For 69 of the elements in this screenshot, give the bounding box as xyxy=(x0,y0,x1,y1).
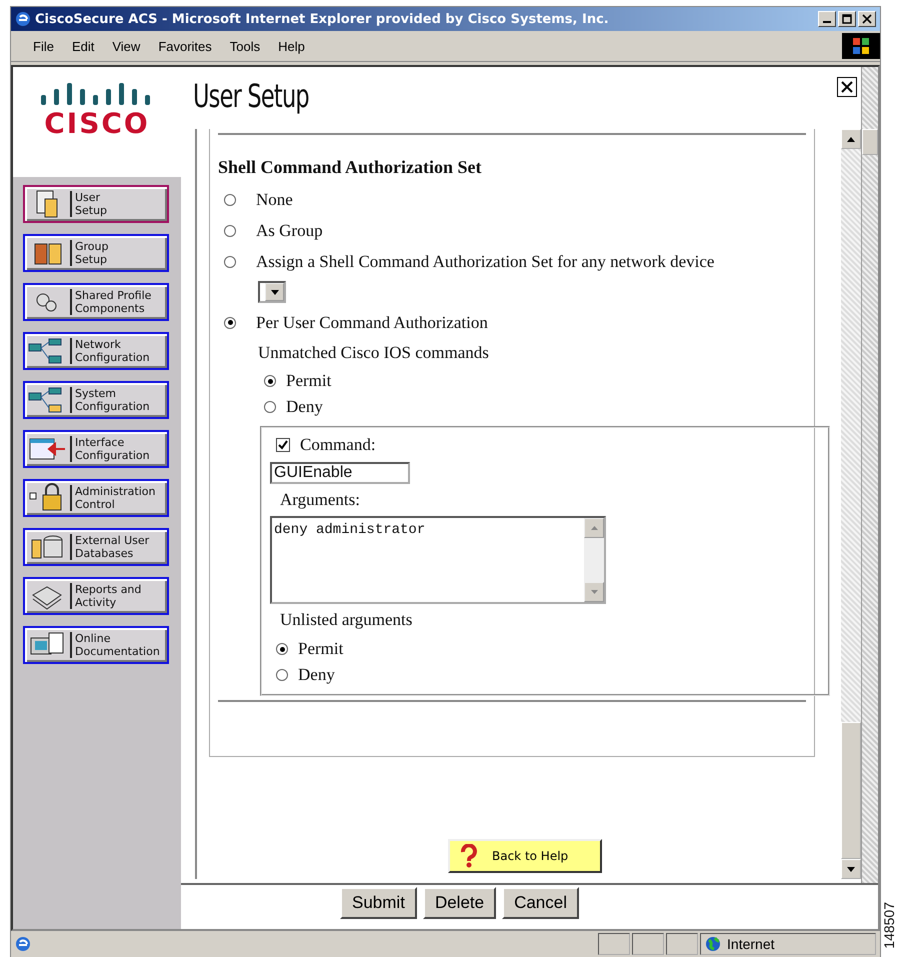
radio-button[interactable] xyxy=(224,256,236,268)
menu-item[interactable]: Edit xyxy=(72,38,94,54)
logo-wordmark: CISCO xyxy=(44,109,150,139)
sidebar-button[interactable]: Reports and Activity xyxy=(23,577,169,615)
sidebar-button[interactable]: Group Setup xyxy=(23,234,169,272)
menu-item[interactable]: Help xyxy=(278,38,305,54)
up-arrow-icon xyxy=(847,136,856,142)
globe-icon xyxy=(705,936,722,952)
caret-icon xyxy=(270,290,278,294)
down-arrow-icon xyxy=(847,866,856,872)
sidebar-button[interactable]: Shared Profile Components xyxy=(23,283,169,321)
field-label: Arguments: xyxy=(279,489,361,511)
maximize-icon xyxy=(842,14,852,24)
page-title: User Setup xyxy=(193,77,310,115)
radio-button[interactable] xyxy=(224,224,236,236)
sidebar-button[interactable]: Administration Control xyxy=(23,479,169,517)
radio-option[interactable]: As Group xyxy=(218,215,806,246)
radio-button[interactable] xyxy=(264,375,276,387)
checkbox[interactable] xyxy=(276,438,290,452)
menu-item[interactable]: Favorites xyxy=(158,38,212,54)
radio-option[interactable]: Permit xyxy=(270,636,820,662)
form-button[interactable]: Delete xyxy=(422,887,496,919)
sidebar-button[interactable]: System Configuration xyxy=(23,381,169,419)
radio-option[interactable]: Deny xyxy=(258,394,806,420)
minimize-icon xyxy=(823,21,832,23)
menu-item[interactable]: Tools xyxy=(230,38,260,54)
up-arrow-icon xyxy=(590,526,598,530)
close-button[interactable] xyxy=(837,77,858,97)
sidebar-button[interactable]: Online Documentation xyxy=(23,626,169,664)
down-arrow-icon xyxy=(590,590,598,594)
menu-item[interactable]: File xyxy=(33,38,54,54)
radio-option[interactable]: Deny xyxy=(270,662,820,688)
sidebar-button[interactable]: Interface Configuration xyxy=(23,430,169,468)
radio-button[interactable] xyxy=(276,643,288,655)
radio-option[interactable]: Per User Command Authorization xyxy=(218,307,806,338)
figure-number: 148507 xyxy=(881,902,898,949)
field-label: Unlisted arguments xyxy=(279,609,414,631)
status-panel xyxy=(666,933,698,955)
form-button[interactable]: Submit xyxy=(340,887,417,919)
dropdown[interactable] xyxy=(258,281,286,303)
zone-label: Internet xyxy=(727,936,774,952)
radio-option[interactable]: Assign a Shell Command Authorization Set for any network device xyxy=(218,246,806,277)
checkbox-option[interactable]: Command: xyxy=(270,432,820,458)
section-title: Shell Command Authorization Set xyxy=(218,157,483,178)
radio-button[interactable] xyxy=(276,669,288,681)
sidebar-button[interactable]: External User Databases xyxy=(23,528,169,566)
scroll-thumb[interactable] xyxy=(841,722,862,859)
sidebar-button[interactable]: User Setup xyxy=(23,185,169,223)
page-icon xyxy=(15,936,31,952)
field-label: Unmatched Cisco IOS commands xyxy=(258,342,490,364)
radio-option[interactable]: None xyxy=(218,184,806,215)
radio-option[interactable]: Permit xyxy=(258,368,806,394)
question-mark-icon xyxy=(460,844,478,868)
form-button[interactable]: Cancel xyxy=(502,887,579,919)
maximize-button[interactable] xyxy=(838,11,856,27)
browser-logo-icon xyxy=(15,11,31,27)
close-icon xyxy=(862,14,872,24)
radio-button[interactable] xyxy=(264,401,276,413)
radio-button[interactable] xyxy=(224,316,236,328)
status-panel xyxy=(598,933,630,955)
windows-flag-icon xyxy=(842,33,880,59)
minimize-button[interactable] xyxy=(818,11,836,27)
help-button[interactable]: Back to Help xyxy=(448,839,602,873)
radio-button[interactable] xyxy=(224,194,236,206)
window-title: CiscoSecure ACS - Microsoft Internet Explorer provided by Cisco Systems, Inc. xyxy=(35,12,610,26)
status-panel xyxy=(632,933,664,955)
menu-item[interactable]: View xyxy=(112,38,140,54)
sidebar-button[interactable]: Network Configuration xyxy=(23,332,169,370)
command-field[interactable]: GUIEnable xyxy=(270,462,410,484)
